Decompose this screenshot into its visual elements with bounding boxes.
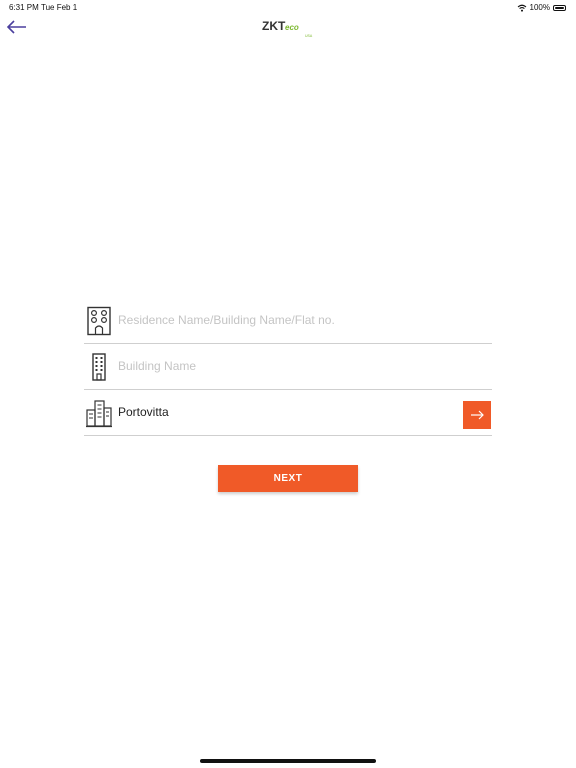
status-time: 6:31 PM: [9, 3, 39, 12]
wifi-icon: [517, 4, 526, 12]
city-buildings-icon: [86, 400, 112, 428]
building-field-row: [84, 344, 492, 390]
status-bar: 6:31 PM Tue Feb 1 100%: [0, 0, 576, 14]
svg-text:USA: USA: [305, 34, 313, 38]
go-button[interactable]: [463, 401, 491, 429]
svg-text:ZK: ZK: [262, 19, 278, 33]
building-name-input[interactable]: [118, 354, 448, 378]
back-arrow-icon[interactable]: [6, 18, 28, 36]
status-date: Tue Feb 1: [41, 3, 78, 12]
residence-input[interactable]: [118, 308, 448, 332]
battery-percent: 100%: [529, 3, 550, 12]
home-indicator[interactable]: [200, 759, 376, 763]
svg-text:eco: eco: [285, 23, 299, 32]
next-button[interactable]: NEXT: [218, 465, 358, 492]
residence-field-row: [84, 298, 492, 344]
community-field-row: [84, 390, 492, 436]
address-form: [84, 298, 492, 436]
apartment-building-icon: [87, 306, 111, 336]
arrow-right-icon: [471, 410, 484, 420]
community-input[interactable]: [118, 400, 448, 424]
tower-building-icon: [92, 353, 106, 381]
zkteco-logo: ZK T eco USA: [262, 19, 313, 38]
battery-icon: [553, 4, 566, 11]
status-indicators: 100%: [517, 3, 566, 12]
